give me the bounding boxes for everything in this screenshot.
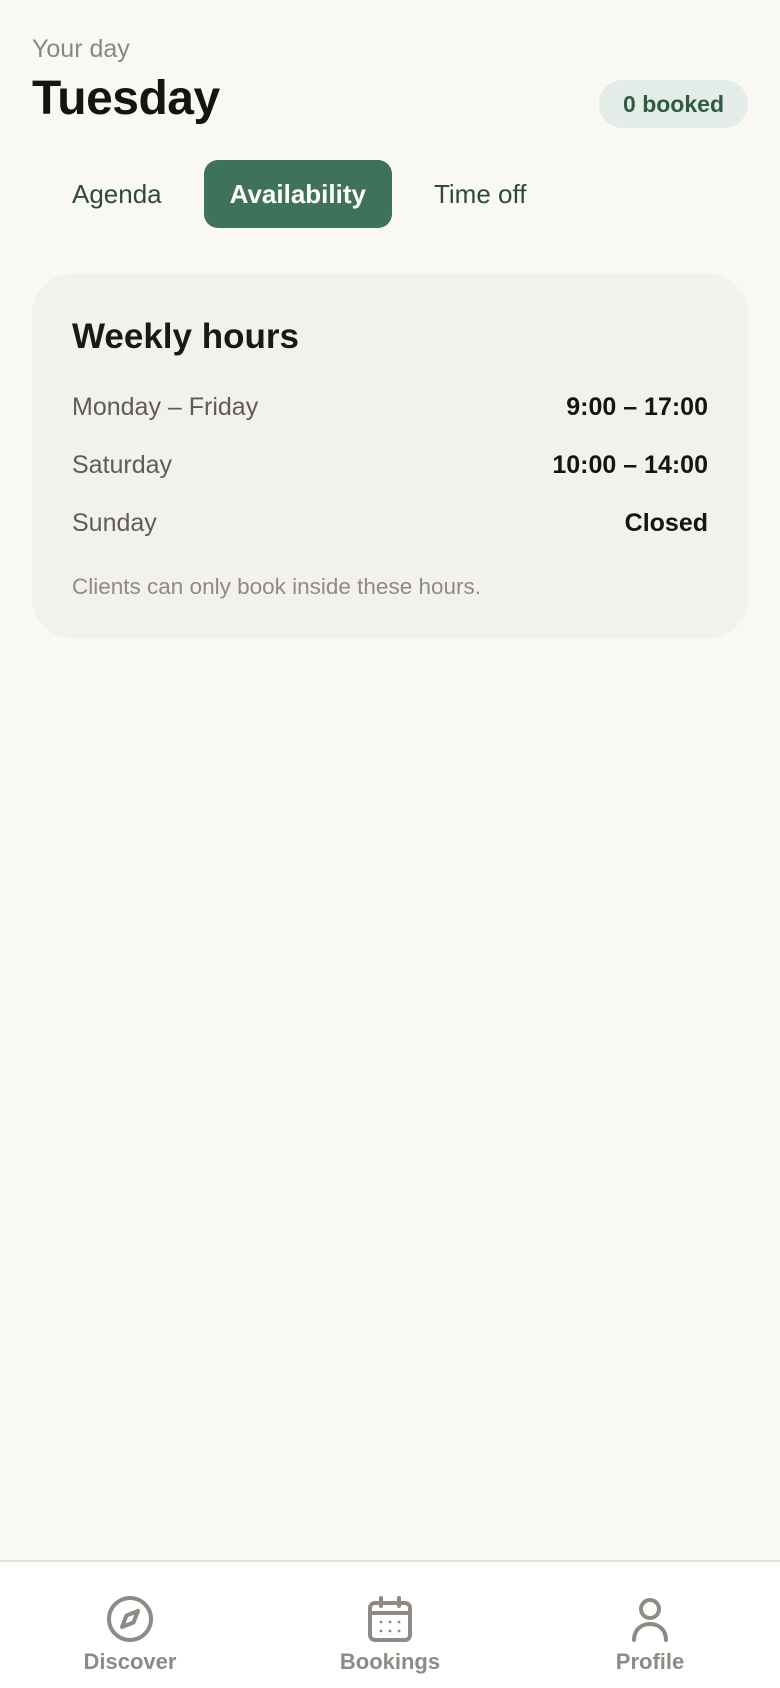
hours-row: Sunday Closed <box>72 494 708 552</box>
hours-row-time: Closed <box>624 508 708 537</box>
hours-row-time: 9:00 – 17:00 <box>566 392 708 421</box>
hours-row: Monday – Friday 9:00 – 17:00 <box>72 378 708 436</box>
nav-item-discover[interactable]: Discover <box>0 1562 260 1688</box>
tab-time-off[interactable]: Time off <box>402 160 558 228</box>
page-eyebrow: Your day <box>32 35 130 63</box>
nav-item-bookings[interactable]: Bookings <box>260 1562 520 1688</box>
hours-row: Saturday 10:00 – 14:00 <box>72 436 708 494</box>
booked-count-badge: 0 booked <box>599 80 748 128</box>
nav-label-bookings: Bookings <box>339 1649 441 1674</box>
weekly-hours-card: Weekly hours Monday – Friday 9:00 – 17:0… <box>32 274 748 638</box>
page-header: Your day Tuesday 0 booked <box>32 34 748 128</box>
nav-label-discover: Discover <box>83 1649 177 1674</box>
hours-row-day: Sunday <box>72 508 157 537</box>
hours-row-time: 10:00 – 14:00 <box>552 450 708 479</box>
compass-icon <box>107 1596 153 1642</box>
user-icon <box>632 1598 668 1642</box>
hours-note: Clients can only book inside these hours… <box>72 574 481 599</box>
hours-row-day: Monday – Friday <box>72 392 259 421</box>
nav-label-profile: Profile <box>615 1649 685 1674</box>
tab-agenda[interactable]: Agenda <box>40 160 194 228</box>
nav-item-profile[interactable]: Profile <box>520 1562 780 1688</box>
hours-row-day: Saturday <box>72 450 173 479</box>
tab-availability[interactable]: Availability <box>203 160 392 228</box>
calendar-icon <box>368 1596 412 1642</box>
weekly-hours-title: Weekly hours <box>72 317 299 356</box>
segmented-tabs: Agenda Availability Time off <box>40 160 558 228</box>
bottom-nav: Discover Bookings Profile <box>0 1560 780 1688</box>
